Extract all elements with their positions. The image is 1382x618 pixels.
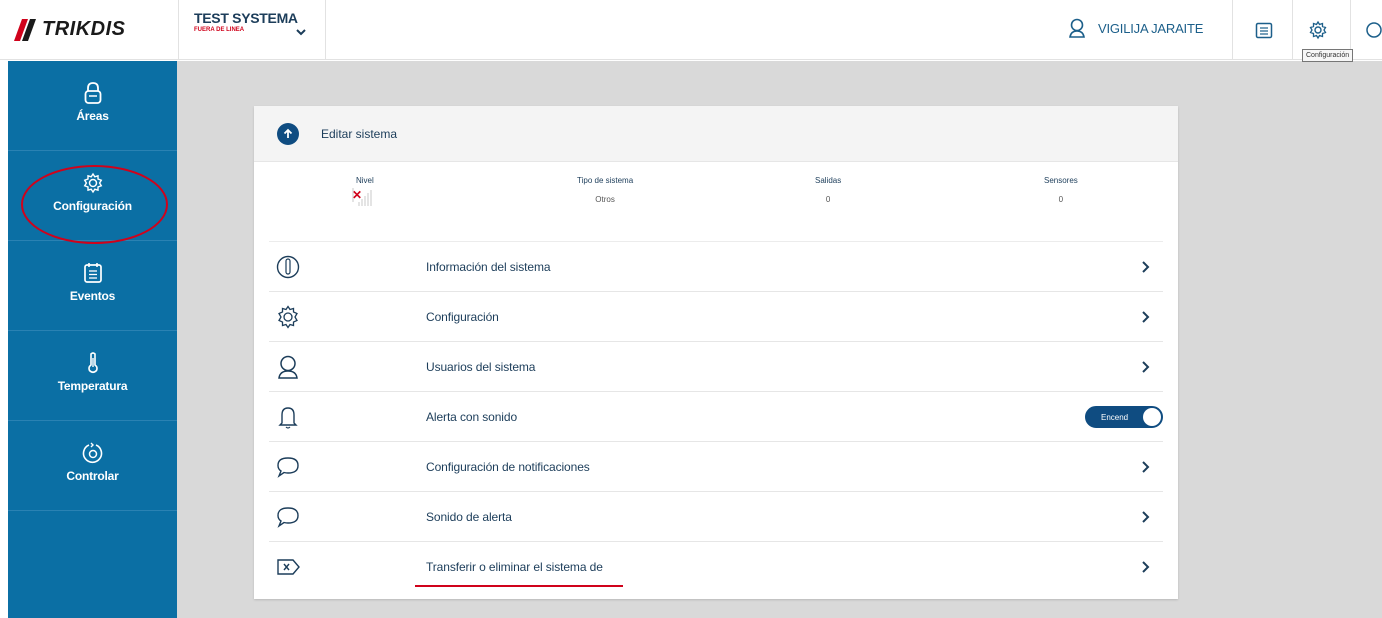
sidebar-item-label: Eventos: [69, 289, 116, 303]
chevron-right-icon: [1142, 261, 1150, 273]
arrow-up-icon: [277, 122, 299, 145]
row-label: Información del sistema: [426, 259, 551, 274]
row-label: Configuración de notificaciones: [426, 459, 590, 474]
system-selector[interactable]: TEST SYSTEMA FUERA DE LINEA: [178, 0, 326, 60]
row-notification-settings[interactable]: Configuración de notificaciones: [269, 442, 1163, 492]
no-signal-icon: ✕: [352, 188, 363, 202]
sidebar-item-areas[interactable]: Áreas: [8, 61, 177, 151]
stat-value: 0: [1058, 195, 1064, 204]
divider: [1292, 0, 1293, 60]
chevron-right-icon: [1142, 561, 1150, 573]
logo-mark-icon: [13, 18, 40, 41]
chevron-right-icon: [1142, 511, 1150, 523]
sidebar-item-label: Configuración: [53, 199, 132, 213]
stat-tipo: Tipo de sistema Otros: [577, 176, 633, 204]
signal-level: ✕: [352, 188, 374, 206]
system-stats: Nivel ✕ Tipo de sistema Otros Salidas 0 …: [269, 162, 1163, 242]
system-name: TEST SYSTEMA: [194, 10, 298, 26]
sidebar-item-controlar[interactable]: Controlar: [8, 421, 177, 511]
stat-label: Sensores: [1044, 176, 1078, 185]
row-label: Sonido de alerta: [426, 509, 512, 524]
sidebar: Áreas Configuración Eventos Temperatura …: [8, 61, 177, 618]
gear-icon: [278, 305, 298, 329]
row-label: Usuarios del sistema: [426, 359, 536, 374]
stat-sensores: Sensores 0: [1044, 176, 1078, 204]
row-system-info[interactable]: Información del sistema: [269, 242, 1163, 292]
gear-icon[interactable]: [1308, 20, 1328, 40]
chevron-right-icon: [1142, 461, 1150, 473]
top-bar: TRIKDIS TEST SYSTEMA FUERA DE LINEA VIGI…: [0, 0, 1382, 60]
gear-icon: [83, 172, 102, 194]
speech-bubble-icon: [277, 507, 299, 528]
info-icon: [276, 255, 300, 279]
row-label: Alerta con sonido: [426, 409, 518, 424]
stat-label: Tipo de sistema: [577, 176, 634, 185]
toggle-knob: [1143, 408, 1161, 426]
stat-value: Otros: [595, 195, 615, 204]
stat-label: Nivel: [356, 176, 374, 185]
divider: [1232, 0, 1233, 60]
user-icon: [278, 355, 298, 379]
thermometer-icon: [87, 352, 98, 374]
sound-alert-toggle[interactable]: Encend: [1085, 406, 1163, 428]
row-alert-sound[interactable]: Sonido de alerta: [269, 492, 1163, 542]
calendar-icon[interactable]: [1254, 20, 1274, 40]
row-system-users[interactable]: Usuarios del sistema: [269, 342, 1163, 392]
stat-nivel: Nivel ✕: [352, 176, 374, 206]
sidebar-item-configuracion[interactable]: Configuración: [8, 151, 177, 241]
user-menu[interactable]: VIGILIJA JARAITE: [1068, 18, 1203, 38]
speech-bubble-icon: [277, 457, 299, 478]
control-icon: [82, 442, 102, 464]
settings-list: Información del sistema Configuración Us…: [269, 242, 1163, 592]
bell-icon: [278, 407, 298, 429]
trikdis-logo[interactable]: TRIKDIS: [13, 18, 126, 41]
sidebar-item-label: Temperatura: [57, 379, 128, 393]
system-card: Editar sistema Nivel ✕ Tipo de sistema O…: [254, 106, 1178, 599]
row-configuracion[interactable]: Configuración: [269, 292, 1163, 342]
row-label: Transferir o eliminar el sistema de: [426, 560, 603, 574]
stat-salidas: Salidas 0: [815, 176, 841, 204]
calendar-icon: [83, 263, 102, 283]
chevron-right-icon: [1142, 361, 1150, 373]
stat-label: Salidas: [815, 176, 842, 185]
row-sound-alert: Alerta con sonido Encend: [269, 392, 1163, 442]
toggle-label: Encend: [1101, 413, 1129, 422]
sidebar-item-label: Controlar: [66, 469, 119, 483]
user-name: VIGILIJA JARAITE: [1098, 20, 1204, 36]
power-icon[interactable]: [1364, 20, 1382, 40]
row-label: Configuración: [426, 309, 499, 324]
edit-system-header[interactable]: Editar sistema: [254, 106, 1178, 162]
user-icon: [1069, 18, 1085, 38]
sidebar-item-temperatura[interactable]: Temperatura: [8, 331, 177, 421]
chevron-down-icon: [296, 29, 306, 36]
tooltip: Configuración: [1302, 49, 1354, 62]
sidebar-item-eventos[interactable]: Eventos: [8, 241, 177, 331]
chevron-right-icon: [1142, 311, 1150, 323]
card-title: Editar sistema: [321, 126, 398, 141]
logo-text: TRIKDIS: [42, 18, 126, 40]
stat-value: 0: [825, 195, 831, 204]
delete-tag-icon: [277, 559, 300, 575]
row-transfer-delete[interactable]: Transferir o eliminar el sistema de: [269, 542, 1163, 592]
annotation-underline: [415, 585, 623, 587]
sidebar-item-label: Áreas: [76, 109, 109, 123]
lock-icon: [84, 82, 101, 104]
